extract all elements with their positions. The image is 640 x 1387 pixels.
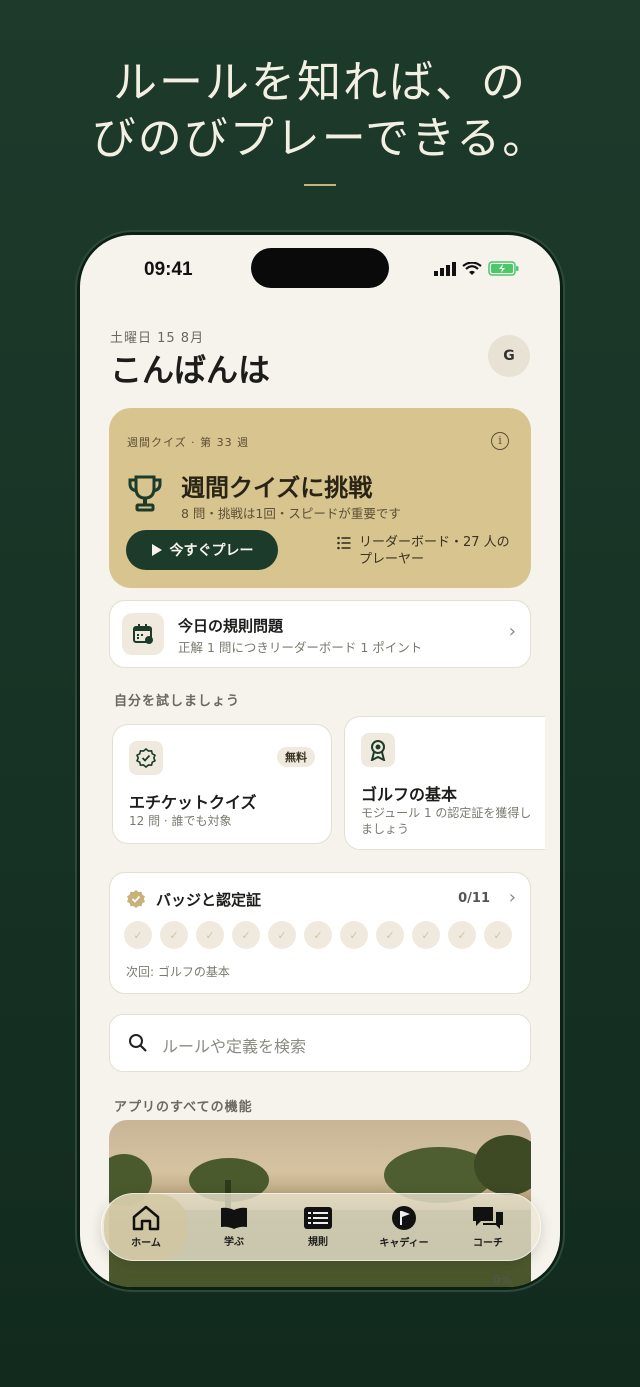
quiz-eyebrow: 週間クイズ · 第 33 週	[127, 436, 250, 449]
list-icon	[337, 536, 351, 550]
card-subtitle: モジュール 1 の認定証を獲得しましょう	[361, 806, 532, 836]
badge-slot: ✓	[484, 921, 512, 949]
dynamic-island	[251, 248, 389, 288]
divider	[304, 184, 336, 186]
tab-label: 学ぶ	[224, 1237, 244, 1248]
card-title: エチケットクイズ	[129, 793, 257, 812]
signal-icon	[434, 261, 456, 276]
badge-slot: ✓	[232, 921, 260, 949]
badge-slot: ✓	[124, 921, 152, 949]
badges-count: 0/11	[458, 891, 490, 906]
badge-slot: ✓	[304, 921, 332, 949]
tab-caddie[interactable]: キャディー	[364, 1194, 444, 1260]
badge-slot: ✓	[376, 921, 404, 949]
badge-check-icon	[127, 890, 145, 908]
next-badge-label: 次回: ゴルフの基本	[126, 965, 230, 979]
tab-label: キャディー	[379, 1238, 429, 1249]
search-icon	[129, 1034, 147, 1052]
play-icon	[151, 544, 162, 556]
badges-card[interactable]: バッジと認定証 0/11 › ✓ ✓ ✓ ✓ ✓ ✓ ✓ ✓ ✓ ✓ ✓ 次回: ゴルフの基本	[109, 872, 531, 994]
award-ribbon-icon	[361, 733, 395, 767]
badges-title: バッジと認定証	[156, 891, 262, 909]
battery-icon	[488, 261, 519, 276]
free-badge: 無料	[277, 747, 315, 767]
headline-line-1: ルールを知れば、の	[113, 57, 527, 108]
tab-rules[interactable]: 規則	[278, 1194, 358, 1260]
badge-slot: ✓	[412, 921, 440, 949]
daily-rule-card[interactable]: 今日の規則問題 正解 1 問につきリーダーボード 1 ポイント ›	[109, 600, 531, 668]
badge-slot: ✓	[340, 921, 368, 949]
calendar-icon	[122, 613, 164, 655]
headline-line-2: びのびプレーできる。	[91, 113, 549, 164]
tab-label: 規則	[308, 1237, 328, 1248]
home-icon	[132, 1205, 160, 1231]
flag-icon	[392, 1206, 416, 1230]
chat-icon	[473, 1207, 503, 1229]
avatar-initial: G	[503, 348, 515, 364]
features-progress: 0%	[492, 1273, 512, 1287]
try-section-label: 自分を試しましょう	[114, 694, 241, 709]
tab-label: ホーム	[131, 1238, 161, 1249]
wifi-icon	[462, 261, 482, 275]
badge-slot: ✓	[268, 921, 296, 949]
tab-bar: ホーム 学ぶ 規則 キャディー コーチ	[101, 1193, 541, 1261]
page-title: こんばんは	[110, 351, 271, 389]
book-icon	[221, 1207, 247, 1229]
badge-slot: ✓	[160, 921, 188, 949]
avatar[interactable]: G	[488, 335, 530, 377]
daily-rule-subtitle: 正解 1 問につきリーダーボード 1 ポイント	[178, 640, 423, 655]
daily-rule-title: 今日の規則問題	[178, 617, 284, 635]
chevron-right-icon: ›	[508, 887, 516, 908]
golf-basics-card[interactable]: ゴルフの基本 モジュール 1 の認定証を獲得しましょう	[344, 716, 545, 850]
leaderboard-link[interactable]: リーダーボード・27 人の プレーヤー	[337, 534, 517, 568]
leaderboard-label: リーダーボード・27 人の プレーヤー	[359, 535, 510, 567]
quiz-title: 週間クイズに挑戦	[181, 473, 373, 502]
play-now-button[interactable]: 今すぐプレー	[126, 530, 278, 570]
app-screen: 09:41 土曜日 15 8月 こんばんは G 週間クイズ · 第 33 週 i…	[80, 235, 560, 1287]
tab-learn[interactable]: 学ぶ	[194, 1194, 274, 1260]
badge-slot: ✓	[448, 921, 476, 949]
quiz-subtitle: 8 問・挑戦は1回・スピードが重要です	[181, 506, 401, 521]
date-label: 土曜日 15 8月	[110, 331, 205, 346]
marketing-headline: ルールを知れば、の びのびプレーできる。	[0, 55, 640, 167]
play-now-label: 今すぐプレー	[169, 543, 254, 559]
check-badge-icon	[129, 741, 163, 775]
badge-slot: ✓	[196, 921, 224, 949]
trophy-icon	[128, 475, 162, 512]
rules-list-icon	[304, 1207, 332, 1229]
status-time: 09:41	[144, 259, 193, 280]
tab-home[interactable]: ホーム	[104, 1194, 188, 1260]
search-input[interactable]: ルールや定義を検索	[109, 1014, 531, 1072]
card-title: ゴルフの基本	[361, 785, 458, 804]
info-icon[interactable]: i	[491, 432, 509, 450]
features-section-label: アプリのすべての機能	[114, 1100, 253, 1115]
tab-label: コーチ	[473, 1238, 503, 1249]
search-placeholder: ルールや定義を検索	[162, 1037, 307, 1056]
weekly-quiz-card[interactable]: 週間クイズ · 第 33 週 i 週間クイズに挑戦 8 問・挑戦は1回・スピード…	[109, 408, 531, 588]
phone-frame: 09:41 土曜日 15 8月 こんばんは G 週間クイズ · 第 33 週 i…	[77, 232, 563, 1290]
badge-slots: ✓ ✓ ✓ ✓ ✓ ✓ ✓ ✓ ✓ ✓ ✓	[124, 921, 512, 949]
card-subtitle: 12 問 · 誰でも対象	[129, 814, 232, 828]
status-icons	[434, 261, 520, 276]
etiquette-quiz-card[interactable]: 無料 エチケットクイズ 12 問 · 誰でも対象	[112, 724, 332, 844]
tab-coach[interactable]: コーチ	[448, 1194, 528, 1260]
chevron-right-icon: ›	[508, 621, 516, 642]
